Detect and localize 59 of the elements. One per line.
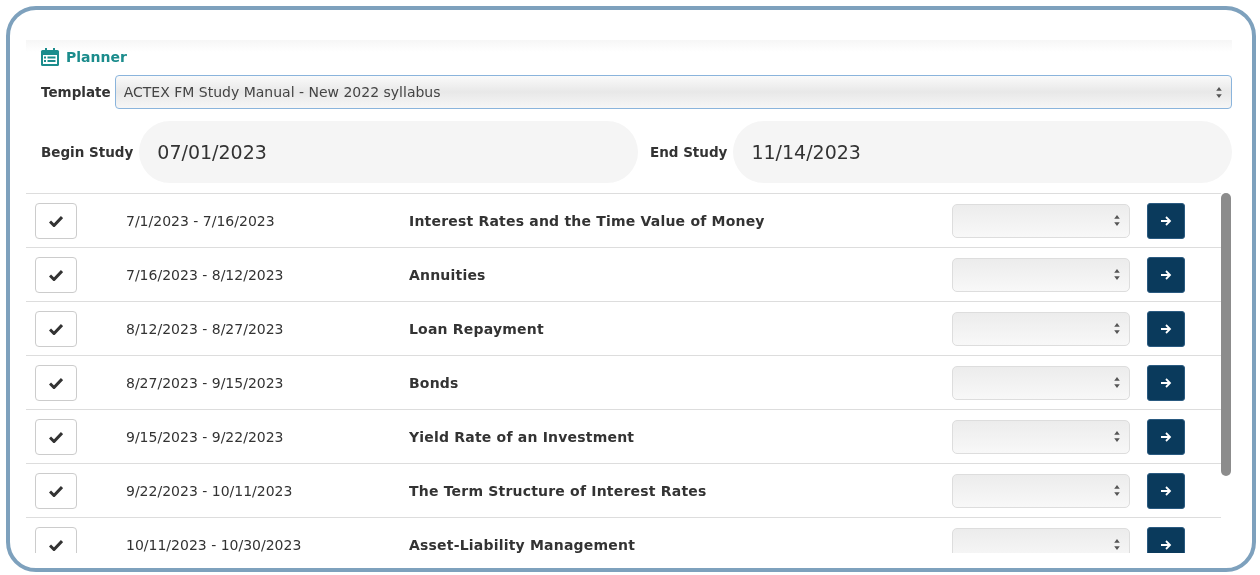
check-button[interactable] (35, 526, 77, 553)
date-label: Begin Study (41, 144, 134, 160)
go-button[interactable] (1147, 310, 1185, 347)
arrow-right-icon (1160, 268, 1172, 281)
date-range: 10/11/2023 - 10/30/2023 (126, 536, 303, 553)
go-button[interactable] (1147, 202, 1185, 239)
check-button[interactable] (35, 364, 77, 401)
date-range: 7/1/2023 - 7/16/2023 (126, 212, 276, 229)
checkmark-icon (49, 322, 63, 335)
template-label: Template (41, 84, 111, 100)
topic-title: Interest Rates and the Time Value of Money (409, 212, 766, 229)
checkmark-icon (49, 430, 63, 443)
go-button[interactable] (1147, 256, 1185, 293)
calendar-icon (40, 47, 60, 67)
date-range: 8/27/2023 - 9/15/2023 (126, 374, 285, 391)
check-button[interactable] (35, 472, 77, 509)
arrow-right-icon (1160, 214, 1172, 227)
updown-arrows-icon (1113, 322, 1121, 335)
check-button[interactable] (35, 418, 77, 455)
updown-arrows-icon (1215, 85, 1223, 99)
date-field[interactable]: 07/01/2023 (139, 121, 638, 183)
updown-arrows-icon (1113, 268, 1121, 281)
date-label: End Study (649, 144, 728, 160)
checkmark-icon (49, 214, 63, 227)
topic-title: Annuities (409, 266, 487, 283)
date-range: 9/15/2023 - 9/22/2023 (126, 428, 285, 445)
arrow-right-icon (1160, 376, 1172, 389)
template-select[interactable]: ACTEX FM Study Manual - New 2022 syllabus (114, 75, 1232, 109)
check-button[interactable] (35, 256, 77, 293)
go-button[interactable] (1147, 526, 1185, 553)
updown-arrows-icon (1113, 376, 1121, 389)
check-button[interactable] (35, 310, 77, 347)
updown-arrows-icon (1113, 430, 1121, 443)
topic-title: Bonds (409, 374, 460, 391)
date-range: 9/22/2023 - 10/11/2023 (126, 482, 294, 499)
updown-arrows-icon (1113, 538, 1121, 551)
topic-title: Loan Repayment (409, 320, 545, 337)
topic-title: Asset-Liability Management (409, 536, 637, 553)
go-button[interactable] (1147, 418, 1185, 455)
updown-arrows-icon (1113, 484, 1121, 497)
date-range: 8/12/2023 - 8/27/2023 (126, 320, 285, 337)
checkmark-icon (49, 538, 63, 551)
checkmark-icon (49, 484, 63, 497)
check-button[interactable] (35, 202, 77, 239)
date-field[interactable]: 11/14/2023 (733, 121, 1232, 183)
arrow-right-icon (1160, 430, 1172, 443)
go-button[interactable] (1147, 364, 1185, 401)
arrow-right-icon (1160, 484, 1172, 497)
panel-title: Planner (66, 49, 127, 65)
updown-arrows-icon (1113, 214, 1121, 227)
checkmark-icon (49, 376, 63, 389)
checkmark-icon (49, 268, 63, 281)
topic-title: Yield Rate of an Investment (409, 428, 636, 445)
topic-title: The Term Structure of Interest Rates (409, 482, 708, 499)
date-range: 7/16/2023 - 8/12/2023 (126, 266, 285, 283)
go-button[interactable] (1147, 472, 1185, 509)
scrollbar-thumb[interactable] (1221, 193, 1231, 476)
arrow-right-icon (1160, 322, 1172, 335)
arrow-right-icon (1160, 538, 1172, 551)
